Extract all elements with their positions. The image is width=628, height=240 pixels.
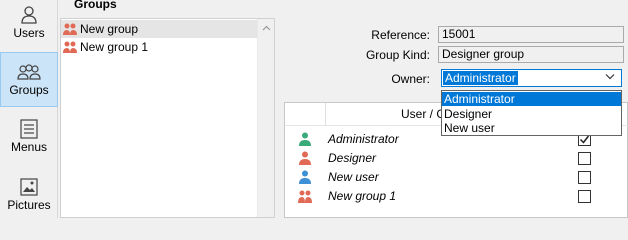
picture-icon (20, 178, 38, 196)
left-nav: Users Groups Menus Pictures (0, 0, 58, 218)
group-icon (298, 190, 312, 203)
user-icon (299, 151, 311, 165)
owner-selected-value: Administrator (443, 71, 518, 85)
member-name: Administrator (328, 132, 399, 146)
groups-title: Groups (74, 0, 117, 11)
dropdown-option-new-user[interactable]: New user (442, 121, 621, 135)
groups-list[interactable]: New group New group 1 (60, 18, 275, 218)
nav-item-label: Menus (10, 140, 48, 154)
nav-item-label: Pictures (7, 198, 51, 212)
member-name: New group 1 (328, 189, 397, 203)
grid-header-title: User / G (401, 107, 446, 121)
owner-select[interactable]: Administrator (441, 69, 622, 87)
chevron-down-icon[interactable] (605, 73, 615, 80)
member-checkbox[interactable] (578, 190, 591, 203)
nav-item-groups[interactable]: Groups (0, 52, 58, 107)
group-kind-field[interactable]: Designer group (438, 46, 624, 63)
member-checkbox[interactable] (578, 152, 591, 165)
dropdown-option-administrator[interactable]: Administrator (442, 92, 621, 106)
group-icon (63, 41, 77, 53)
member-checkbox[interactable] (578, 171, 591, 184)
nav-item-label: Groups (9, 83, 49, 97)
group-kind-label: Group Kind: (365, 48, 430, 62)
table-row[interactable]: New group 1 (285, 187, 628, 206)
member-name: New user (328, 170, 379, 184)
nav-item-users[interactable]: Users (0, 4, 58, 48)
list-item-label: New group (80, 22, 139, 36)
column-divider (325, 103, 326, 126)
group-icon (17, 64, 41, 80)
chevron-up-icon (262, 25, 271, 30)
nav-item-label: Users (13, 26, 45, 40)
reference-field[interactable]: 15001 (438, 26, 624, 43)
owner-dropdown-list[interactable]: Administrator Designer New user (441, 90, 622, 136)
list-scrollbar[interactable] (257, 19, 274, 217)
scroll-up-button[interactable] (258, 19, 275, 36)
list-item-label: New group 1 (80, 40, 149, 54)
table-row[interactable]: New user (285, 168, 628, 187)
table-row[interactable]: Designer (285, 149, 628, 168)
list-item[interactable]: New group (61, 20, 257, 38)
nav-item-pictures[interactable]: Pictures (0, 176, 58, 220)
user-icon (299, 132, 311, 146)
user-icon (299, 170, 311, 184)
user-icon (21, 6, 37, 24)
nav-item-menus[interactable]: Menus (0, 118, 58, 162)
member-name: Designer (328, 151, 377, 165)
group-icon (63, 23, 77, 35)
menu-icon (20, 119, 38, 139)
dropdown-option-designer[interactable]: Designer (442, 107, 621, 121)
reference-label: Reference: (371, 28, 430, 42)
owner-label: Owner: (391, 72, 430, 86)
list-item[interactable]: New group 1 (61, 38, 257, 56)
